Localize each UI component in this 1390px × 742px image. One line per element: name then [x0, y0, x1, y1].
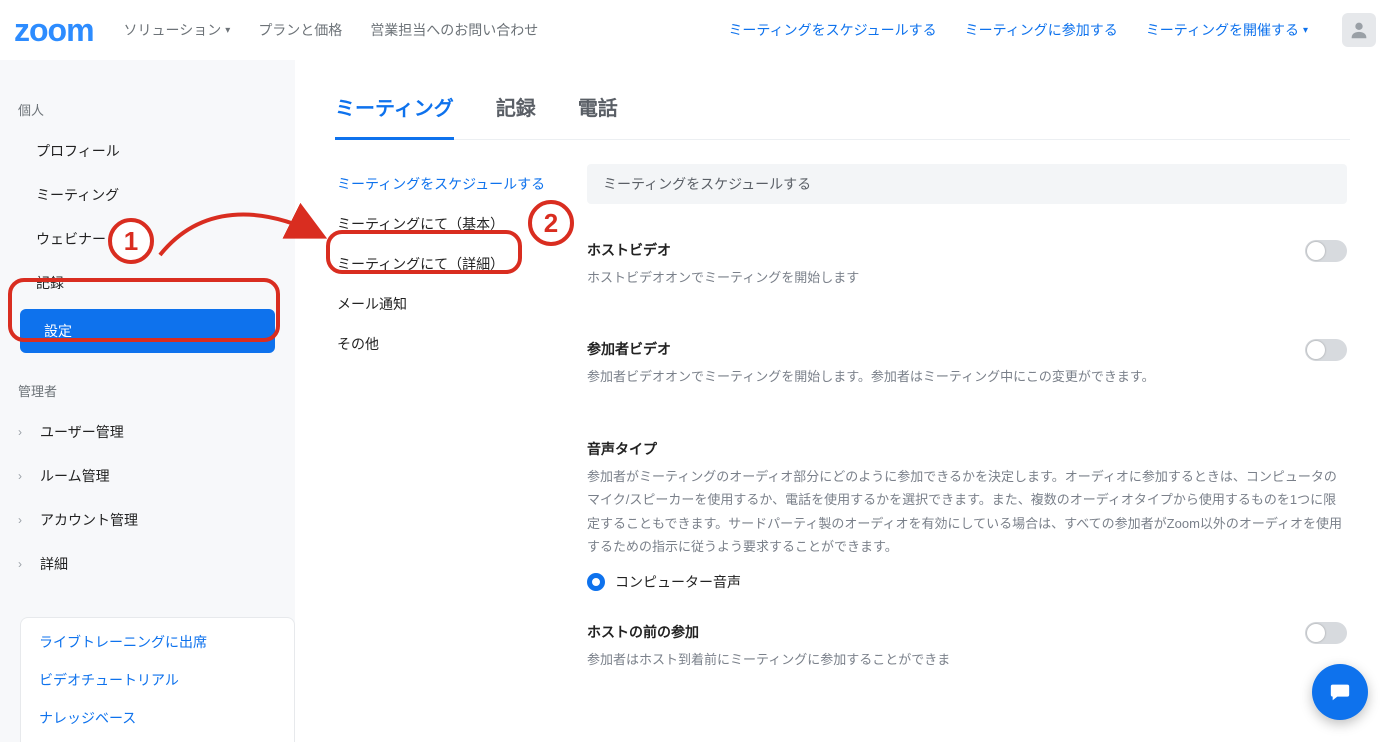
link-host-meeting[interactable]: ミーティングを開催する ▾	[1146, 20, 1308, 40]
setting-desc: 参加者はホスト到着前にミーティングに参加することができま	[587, 648, 1285, 671]
sidebar-item-room-mgmt[interactable]: › ルーム管理	[12, 454, 283, 498]
help-link-kb[interactable]: ナレッジベース	[39, 708, 276, 728]
tab-phone[interactable]: 電話	[578, 78, 618, 139]
setting-label: 参加者ビデオ	[587, 339, 1285, 359]
sidebar-item-settings[interactable]: 設定	[20, 309, 275, 353]
toggle-join-before-host[interactable]	[1305, 622, 1347, 644]
zoom-logo[interactable]: zoom	[14, 12, 94, 49]
sidebar-item-label: ルーム管理	[40, 466, 110, 486]
setting-desc: 参加者がミーティングのオーディオ部分にどのように参加できるかを決定します。オーデ…	[587, 465, 1347, 559]
setting-label: ホストの前の参加	[587, 622, 1285, 642]
setting-label: ホストビデオ	[587, 240, 1285, 260]
help-link-tutorial[interactable]: ビデオチュートリアル	[39, 670, 276, 690]
sidebar-section-admin: 管理者	[18, 381, 277, 400]
link-join-meeting[interactable]: ミーティングに参加する	[965, 20, 1118, 40]
link-schedule-meeting[interactable]: ミーティングをスケジュールする	[728, 20, 936, 40]
nav-plans[interactable]: プランと価格	[258, 20, 342, 40]
sidebar: 個人 プロフィール ミーティング ウェビナー 記録 設定 管理者 › ユーザー管…	[0, 60, 295, 742]
subnav-in-adv[interactable]: ミーティングにて（詳細）	[335, 244, 545, 284]
toggle-participant-video[interactable]	[1305, 339, 1347, 361]
sidebar-item-advanced[interactable]: › 詳細	[12, 542, 283, 586]
radio-selected-icon	[587, 573, 605, 591]
toggle-host-video[interactable]	[1305, 240, 1347, 262]
nav-solutions-label: ソリューション	[124, 20, 222, 40]
settings-tabs: ミーティング 記録 電話	[335, 78, 1350, 140]
tab-recording[interactable]: 記録	[496, 78, 536, 139]
subnav-email[interactable]: メール通知	[335, 284, 545, 324]
sidebar-item-label: ユーザー管理	[40, 422, 124, 442]
nav-solutions[interactable]: ソリューション ▾	[124, 20, 231, 40]
chevron-right-icon: ›	[18, 557, 32, 571]
sidebar-item-label: アカウント管理	[40, 510, 138, 530]
chevron-right-icon: ›	[18, 469, 32, 483]
help-link-training[interactable]: ライブトレーニングに出席	[39, 632, 276, 652]
sidebar-item-label: 詳細	[40, 554, 68, 574]
sidebar-item-profile[interactable]: プロフィール	[12, 129, 283, 173]
avatar[interactable]	[1342, 13, 1376, 47]
setting-desc: 参加者ビデオオンでミーティングを開始します。参加者はミーティング中にこの変更がで…	[587, 365, 1285, 388]
link-host-meeting-label: ミーティングを開催する	[1146, 20, 1299, 40]
radio-label: コンピューター音声	[615, 572, 741, 592]
setting-join-before-host: ホストの前の参加 参加者はホスト到着前にミーティングに参加することができま	[587, 612, 1347, 671]
caret-down-icon: ▾	[225, 25, 230, 36]
setting-audio-type: 音声タイプ 参加者がミーティングのオーディオ部分にどのように参加できるかを決定し…	[587, 429, 1347, 613]
chat-button[interactable]	[1312, 664, 1368, 720]
chevron-right-icon: ›	[18, 425, 32, 439]
content: ミーティング 記録 電話 ミーティングをスケジュールする ミーティングにて（基本…	[295, 60, 1390, 742]
sidebar-item-meetings[interactable]: ミーティング	[12, 173, 283, 217]
setting-desc: ホストビデオオンでミーティングを開始します	[587, 266, 1285, 289]
setting-participant-video: 参加者ビデオ 参加者ビデオオンでミーティングを開始します。参加者はミーティング中…	[587, 329, 1347, 428]
person-icon	[1348, 19, 1370, 41]
section-title: ミーティングをスケジュールする	[587, 164, 1347, 204]
sidebar-item-user-mgmt[interactable]: › ユーザー管理	[12, 410, 283, 454]
sidebar-item-webinars[interactable]: ウェビナー	[12, 217, 283, 261]
help-box: ライブトレーニングに出席 ビデオチュートリアル ナレッジベース	[20, 617, 295, 742]
chevron-right-icon: ›	[18, 513, 32, 527]
subnav-schedule[interactable]: ミーティングをスケジュールする	[335, 164, 545, 204]
tab-meeting[interactable]: ミーティング	[335, 78, 454, 139]
nav-contact-sales[interactable]: 営業担当へのお問い合わせ	[370, 20, 538, 40]
sidebar-section-personal: 個人	[18, 100, 277, 119]
sidebar-item-recordings[interactable]: 記録	[12, 261, 283, 305]
setting-label: 音声タイプ	[587, 439, 1347, 459]
subnav-other[interactable]: その他	[335, 324, 545, 364]
sidebar-item-account-mgmt[interactable]: › アカウント管理	[12, 498, 283, 542]
subnav-in-basic[interactable]: ミーティングにて（基本）	[335, 204, 545, 244]
setting-host-video: ホストビデオ ホストビデオオンでミーティングを開始します	[587, 230, 1347, 329]
chat-icon	[1329, 681, 1351, 703]
settings-subnav: ミーティングをスケジュールする ミーティングにて（基本） ミーティングにて（詳細…	[335, 164, 545, 672]
caret-down-icon: ▾	[1303, 25, 1308, 36]
radio-option-computer-audio[interactable]: コンピューター音声	[587, 572, 1347, 592]
